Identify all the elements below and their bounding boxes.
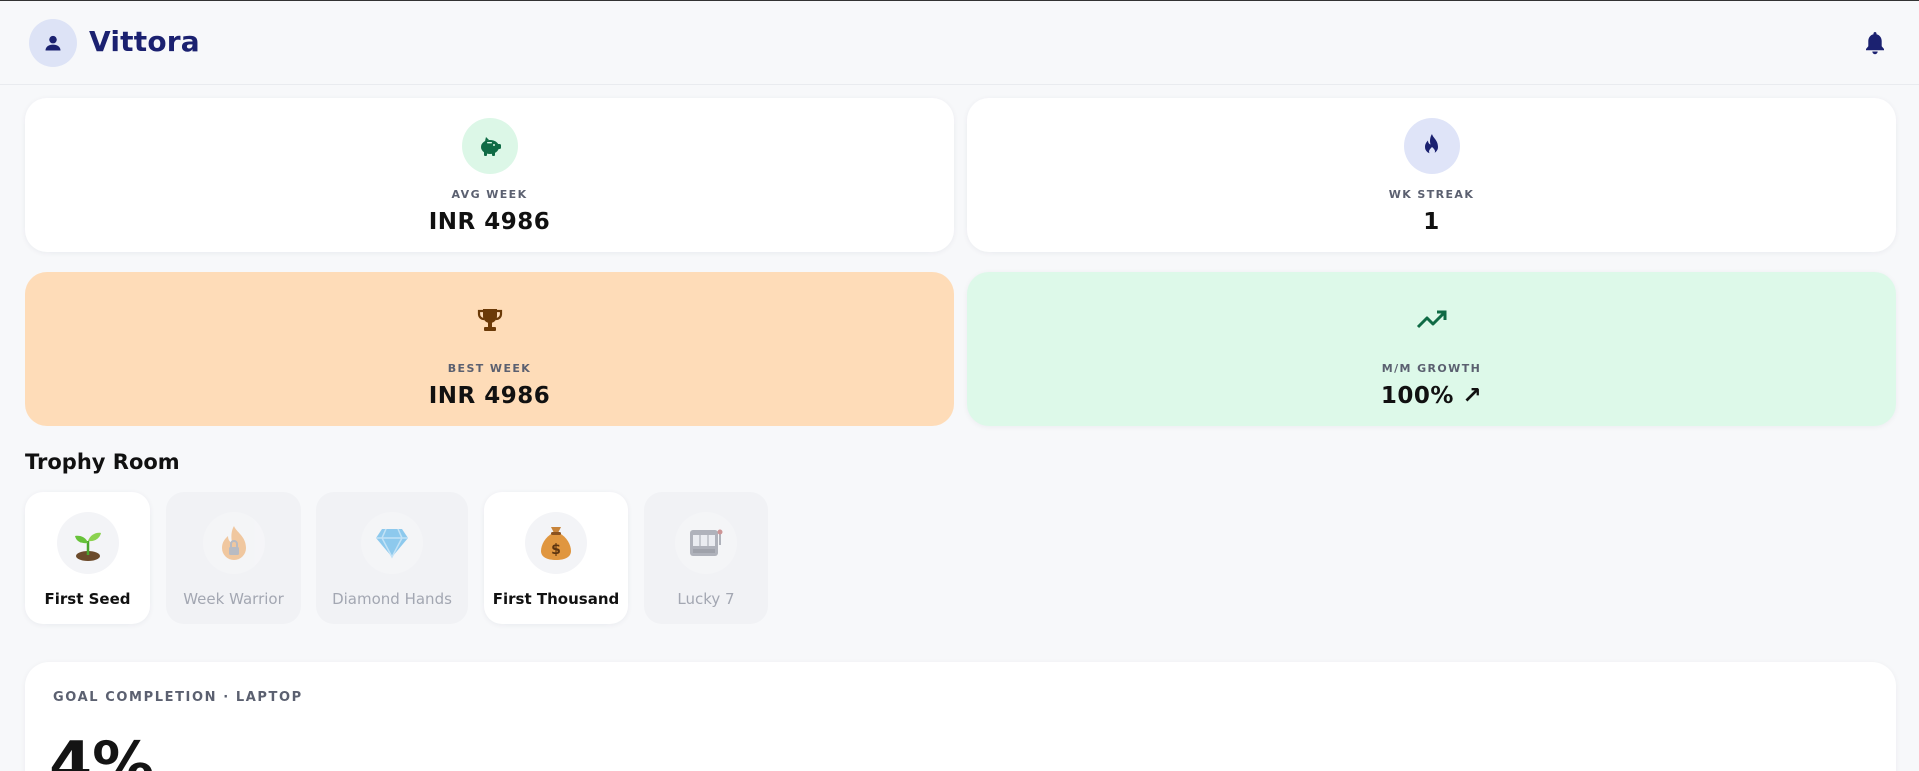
app-header: Vittora bbox=[0, 1, 1919, 85]
piggy-bank-icon-wrap bbox=[461, 118, 518, 174]
stat-card-avg-week: AVG WEEK INR 4986 bbox=[25, 98, 954, 252]
brand-title: Vittora bbox=[89, 25, 200, 58]
stat-value: INR 4986 bbox=[428, 209, 551, 235]
money-bag-icon: $ bbox=[541, 527, 571, 560]
money-bag-icon-wrap: $ bbox=[525, 512, 587, 574]
trophy-diamond-hands[interactable]: Diamond Hands bbox=[316, 492, 468, 624]
stat-card-best-week: BEST WEEK INR 4986 bbox=[25, 272, 954, 426]
stat-card-week-streak: WK STREAK 1 bbox=[967, 98, 1896, 252]
slot-machine-icon-wrap bbox=[675, 512, 737, 574]
seedling-icon bbox=[74, 532, 101, 561]
goal-percent: 4% bbox=[49, 728, 155, 771]
diamond-icon bbox=[376, 528, 408, 559]
goal-label: GOAL COMPLETION · LAPTOP bbox=[53, 690, 303, 705]
bell-icon bbox=[1866, 32, 1884, 55]
goal-completion-card: GOAL COMPLETION · LAPTOP 4% bbox=[25, 662, 1896, 771]
avatar[interactable] bbox=[29, 19, 77, 67]
stat-value: INR 4986 bbox=[428, 383, 551, 409]
slot-machine-icon bbox=[690, 529, 723, 556]
trophy-lucky-7[interactable]: Lucky 7 bbox=[644, 492, 768, 624]
trophy-first-seed[interactable]: First Seed bbox=[25, 492, 150, 624]
stat-label: BEST WEEK bbox=[447, 362, 532, 375]
stat-value: 100% ↗ bbox=[1380, 383, 1483, 409]
flame-locked-icon bbox=[221, 526, 246, 560]
trophy-icon bbox=[477, 309, 502, 331]
seedling-icon-wrap bbox=[56, 512, 119, 574]
flame-locked-icon-wrap bbox=[202, 512, 265, 574]
trending-up-icon-wrap bbox=[1404, 292, 1460, 348]
stat-label: AVG WEEK bbox=[451, 188, 528, 201]
trophy-label: Lucky 7 bbox=[677, 590, 735, 608]
diamond-icon-wrap bbox=[361, 512, 423, 574]
trophy-icon-wrap bbox=[462, 292, 518, 348]
stat-label: WK STREAK bbox=[1388, 188, 1475, 201]
flame-icon-wrap bbox=[1403, 118, 1460, 174]
stat-value: 1 bbox=[1423, 209, 1440, 235]
notifications-button[interactable] bbox=[1862, 29, 1888, 57]
trending-up-icon bbox=[1416, 310, 1446, 329]
trophy-room-title: Trophy Room bbox=[25, 450, 180, 474]
trophy-label: Week Warrior bbox=[183, 590, 284, 608]
stat-card-mm-growth: M/M GROWTH 100% ↗ bbox=[967, 272, 1896, 426]
trophy-label: Diamond Hands bbox=[332, 590, 452, 608]
trophy-first-thousand[interactable]: $ First Thousand bbox=[484, 492, 628, 624]
trophy-label: First Seed bbox=[44, 590, 131, 608]
flame-icon bbox=[1424, 134, 1438, 155]
stat-label: M/M GROWTH bbox=[1381, 362, 1482, 375]
trophy-week-warrior[interactable]: Week Warrior bbox=[166, 492, 301, 624]
piggy-bank-icon bbox=[480, 137, 501, 156]
user-icon bbox=[45, 35, 61, 51]
trophy-label: First Thousand bbox=[492, 590, 620, 608]
svg-text:$: $ bbox=[551, 542, 561, 558]
